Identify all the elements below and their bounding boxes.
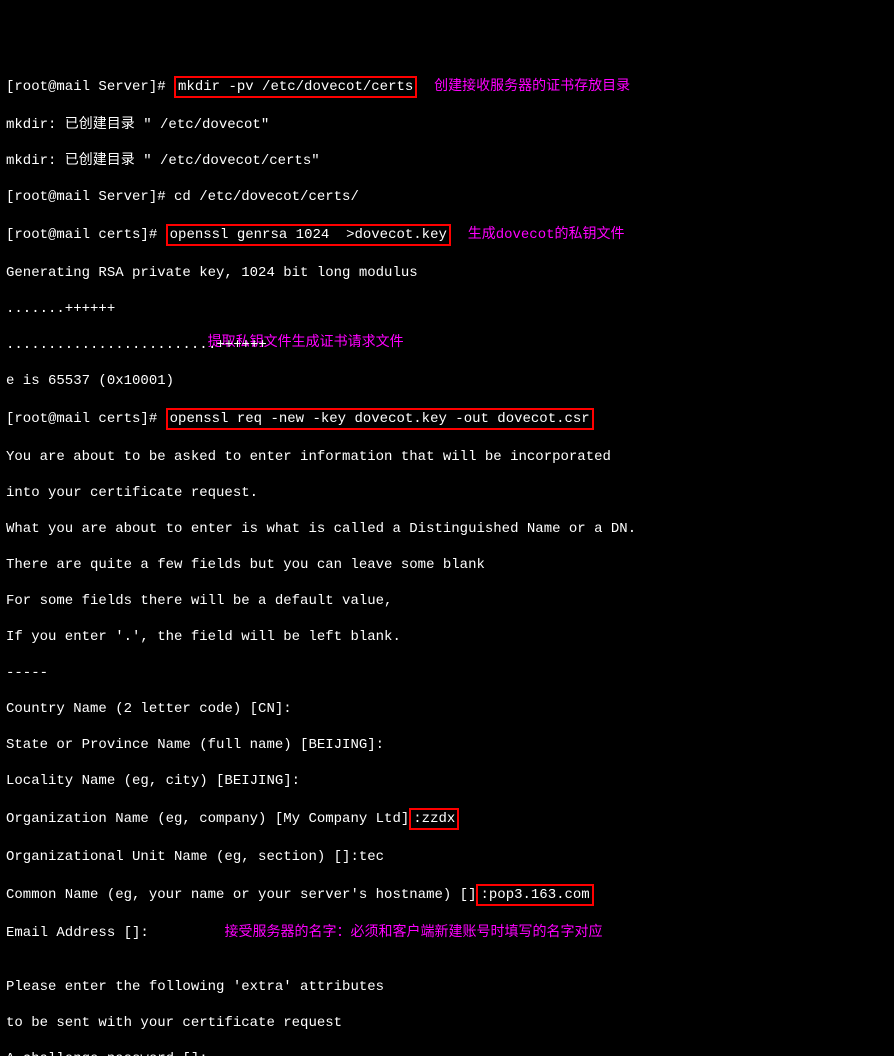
req-out-1: You are about to be asked to enter infor… [6, 448, 888, 466]
field-challenge[interactable]: A challenge password []: [6, 1050, 888, 1056]
field-cn-label: Common Name (eg, your name or your serve… [6, 887, 476, 903]
annot-mkdir: 创建接收服务器的证书存放目录 [417, 78, 630, 96]
out-e: e is 65537 (0x10001) [6, 372, 888, 390]
field-org-label: Organization Name (eg, company) [My Comp… [6, 811, 409, 827]
field-org-line: Organization Name (eg, company) [My Comp… [6, 808, 888, 830]
term-line-5: [root@mail certs]# openssl genrsa 1024 >… [6, 224, 888, 246]
cmd-genrsa[interactable]: openssl genrsa 1024 >dovecot.key [166, 224, 451, 246]
field-cn-line: Common Name (eg, your name or your serve… [6, 884, 888, 906]
out-mkdir-2: mkdir: 已创建目录 " /etc/dovecot/certs" [6, 152, 888, 170]
req-out-6: If you enter '.', the field will be left… [6, 628, 888, 646]
field-email-line: Email Address []: 接受服务器的名字：必须和客户端新建账号时填写… [6, 924, 888, 942]
prompt-3[interactable]: [root@mail certs]# [6, 411, 166, 427]
out-genrsa-2: .......++++++ [6, 300, 888, 318]
annot-genrsa: 生成dovecot的私钥文件 [451, 226, 625, 244]
dots-b: .++++++ [208, 336, 267, 354]
req-out-2: into your certificate request. [6, 484, 888, 502]
annot-cn: 接受服务器的名字：必须和客户端新建账号时填写的名字对应 [149, 924, 603, 942]
field-state[interactable]: State or Province Name (full name) [BEIJ… [6, 736, 888, 754]
input-cn[interactable]: :pop3.163.com [476, 884, 593, 906]
field-locality[interactable]: Locality Name (eg, city) [BEIJING]: [6, 772, 888, 790]
term-line-1: [root@mail Server]# mkdir -pv /etc/dovec… [6, 76, 888, 98]
field-email[interactable]: Email Address []: [6, 925, 149, 941]
out-mkdir-1: mkdir: 已创建目录 " /etc/dovecot" [6, 116, 888, 134]
extra-2: to be sent with your certificate request [6, 1014, 888, 1032]
cmd-mkdir[interactable]: mkdir -pv /etc/dovecot/certs [174, 76, 417, 98]
prompt-2[interactable]: [root@mail certs]# [6, 227, 166, 243]
cmd-req[interactable]: openssl req -new -key dovecot.key -out d… [166, 408, 594, 430]
out-genrsa-1: Generating RSA private key, 1024 bit lon… [6, 264, 888, 282]
req-out-7: ----- [6, 664, 888, 682]
out-genrsa-3: ........................提取私钥文件生成证书请求文件.+… [6, 336, 888, 354]
extra-1: Please enter the following 'extra' attri… [6, 978, 888, 996]
cmd-cd[interactable]: [root@mail Server]# cd /etc/dovecot/cert… [6, 188, 888, 206]
req-out-3: What you are about to enter is what is c… [6, 520, 888, 538]
dots-a: ........................ [6, 337, 208, 353]
req-out-4: There are quite a few fields but you can… [6, 556, 888, 574]
req-out-5: For some fields there will be a default … [6, 592, 888, 610]
field-ou[interactable]: Organizational Unit Name (eg, section) [… [6, 848, 888, 866]
prompt-1[interactable]: [root@mail Server]# [6, 79, 174, 95]
term-line-10: [root@mail certs]# openssl req -new -key… [6, 408, 888, 430]
input-org[interactable]: :zzdx [409, 808, 459, 830]
field-country[interactable]: Country Name (2 letter code) [CN]: [6, 700, 888, 718]
